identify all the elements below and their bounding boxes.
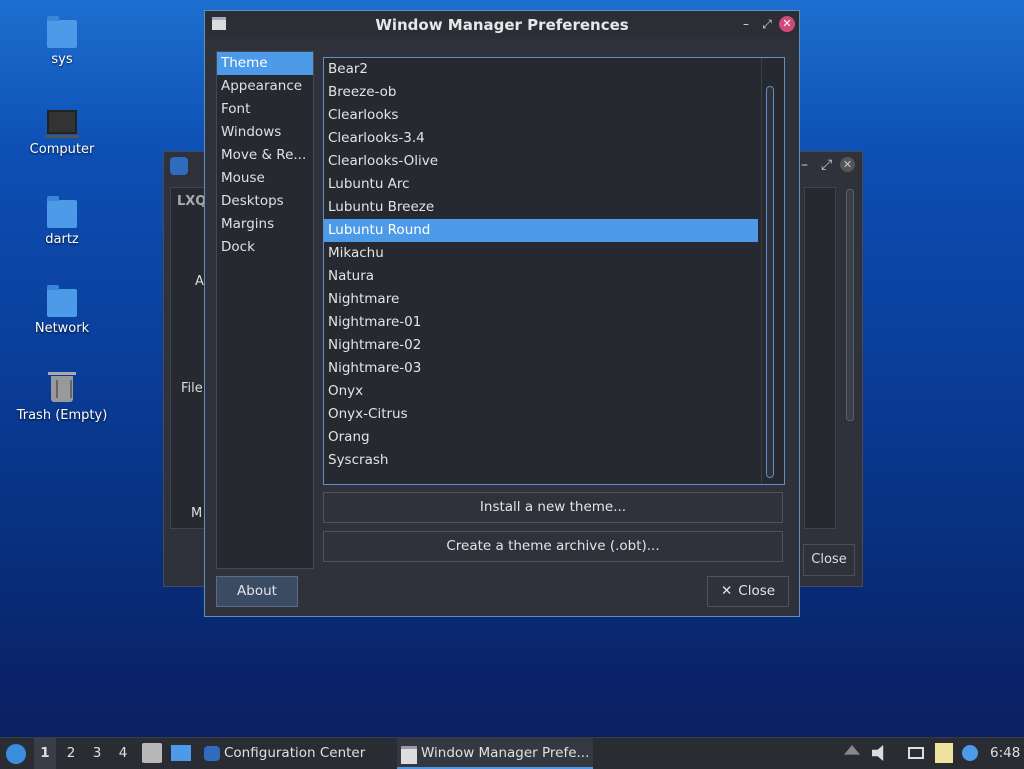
workspace-1[interactable]: 1 (34, 738, 56, 769)
theme-list-item[interactable]: Clearlooks-3.4 (324, 127, 758, 150)
workspace-3[interactable]: 3 (86, 738, 108, 769)
sidebar-item-margins[interactable]: Margins (217, 213, 313, 236)
desktop-icon-label: Computer (29, 142, 95, 157)
theme-list-item[interactable]: Lubuntu Arc (324, 173, 758, 196)
desktop-icon-home[interactable]: dartz (7, 196, 117, 247)
theme-list: Bear2 Breeze-ob Clearlooks Clearlooks-3.… (323, 57, 785, 485)
bg-title-fragment: LXQ (177, 194, 207, 209)
theme-list-item[interactable]: Mikachu (324, 242, 758, 265)
theme-list-item[interactable]: Nightmare-03 (324, 357, 758, 380)
close-x-icon: ✕ (720, 583, 733, 599)
theme-list-item[interactable]: Natura (324, 265, 758, 288)
theme-list-item[interactable]: Orang (324, 426, 758, 449)
scroll-separator (761, 58, 762, 484)
theme-list-item[interactable]: Clearlooks-Olive (324, 150, 758, 173)
theme-list-item[interactable]: Nightmare (324, 288, 758, 311)
notification-icon[interactable] (962, 745, 978, 761)
bg-label: A (195, 274, 204, 289)
theme-list-scrollbar[interactable] (766, 86, 774, 478)
desktop-icon-network[interactable]: Network (7, 285, 117, 336)
clock[interactable]: 6:48 (990, 738, 1020, 769)
eject-icon[interactable] (844, 745, 860, 755)
bg-close-button[interactable]: Close (803, 544, 855, 576)
sidebar-item-theme[interactable]: Theme (217, 52, 313, 75)
taskbar: 1 2 3 4 Configuration Center Window Mana… (0, 737, 1024, 769)
show-desktop-icon[interactable] (171, 745, 191, 761)
configuration-center-icon (204, 746, 220, 761)
close-icon[interactable]: ✕ (779, 16, 795, 32)
desktop-icon-label: sys (51, 52, 73, 67)
theme-list-item[interactable]: Syscrash (324, 449, 758, 472)
theme-list-item[interactable]: Nightmare-02 (324, 334, 758, 357)
volume-icon[interactable] (872, 745, 884, 761)
create-theme-archive-button[interactable]: Create a theme archive (.obt)... (323, 531, 783, 562)
theme-list-item-selected[interactable]: Lubuntu Round (324, 219, 758, 242)
theme-list-item[interactable]: Onyx-Citrus (324, 403, 758, 426)
theme-list-item[interactable]: Onyx (324, 380, 758, 403)
bg-label: M (191, 506, 203, 521)
category-sidebar: Theme Appearance Font Windows Move & Re.… (216, 51, 314, 569)
trash-icon (48, 372, 76, 402)
bg-label: File (181, 381, 203, 396)
bg-minimize-icon[interactable]: – (801, 157, 808, 173)
sidebar-item-move-resize[interactable]: Move & Re... (217, 144, 313, 167)
file-manager-launcher-icon[interactable] (142, 743, 162, 763)
close-button[interactable]: ✕ Close (707, 576, 789, 607)
desktop-icon-label: dartz (45, 232, 79, 247)
application-menu-icon[interactable] (6, 744, 26, 764)
maximize-icon[interactable]: ⤢ (759, 16, 775, 32)
sidebar-item-windows[interactable]: Windows (217, 121, 313, 144)
task-label: Configuration Center (224, 745, 366, 761)
home-folder-icon (47, 196, 77, 228)
theme-list-item[interactable]: Nightmare-01 (324, 311, 758, 334)
about-button[interactable]: About (216, 576, 298, 607)
workspace-2[interactable]: 2 (60, 738, 82, 769)
workspace-4[interactable]: 4 (112, 738, 134, 769)
bg-maximize-icon[interactable]: ⤢ (821, 157, 832, 173)
window-title: Window Manager Preferences (375, 16, 629, 34)
theme-list-item[interactable]: Clearlooks (324, 104, 758, 127)
theme-list-item[interactable]: Bear2 (324, 58, 758, 81)
desktop-icon-sys[interactable]: sys (7, 16, 117, 67)
theme-list-item[interactable]: Breeze-ob (324, 81, 758, 104)
sidebar-item-font[interactable]: Font (217, 98, 313, 121)
sidebar-item-mouse[interactable]: Mouse (217, 167, 313, 190)
bg-listbox (804, 187, 836, 529)
window-manager-preferences-window: Window Manager Preferences – ⤢ ✕ Theme A… (204, 10, 800, 617)
computer-icon (45, 110, 79, 138)
window-app-icon (401, 746, 417, 764)
title-bar[interactable]: Window Manager Preferences – ⤢ ✕ (205, 11, 799, 39)
install-theme-button[interactable]: Install a new theme... (323, 492, 783, 523)
task-label: Window Manager Prefe... (421, 745, 590, 761)
bg-scrollbar[interactable] (846, 189, 854, 421)
minimize-icon[interactable]: – (738, 16, 754, 32)
network-status-icon[interactable] (908, 747, 924, 759)
bg-close-icon[interactable]: ✕ (840, 157, 855, 172)
desktop-icon-label: Network (34, 321, 90, 336)
desktop-icon-trash[interactable]: Trash (Empty) (7, 372, 117, 423)
sidebar-item-desktops[interactable]: Desktops (217, 190, 313, 213)
network-folder-icon (47, 285, 77, 317)
task-window-manager-preferences[interactable]: Window Manager Prefe... (397, 738, 593, 769)
clipboard-icon[interactable] (935, 743, 953, 763)
desktop-icon-computer[interactable]: Computer (7, 110, 117, 157)
task-configuration-center[interactable]: Configuration Center (200, 738, 414, 769)
sidebar-item-dock[interactable]: Dock (217, 236, 313, 259)
close-button-label: Close (738, 583, 776, 599)
folder-icon (47, 16, 77, 48)
sidebar-item-appearance[interactable]: Appearance (217, 75, 313, 98)
theme-list-item[interactable]: Lubuntu Breeze (324, 196, 758, 219)
desktop-icon-label: Trash (Empty) (16, 408, 108, 423)
config-center-app-icon (170, 157, 188, 175)
